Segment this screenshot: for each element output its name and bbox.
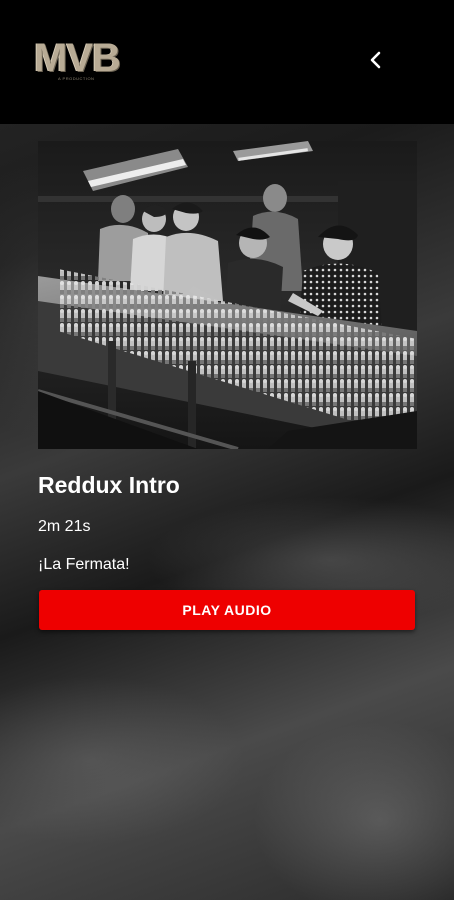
track-subtitle: ¡La Fermata! [38, 556, 130, 573]
back-button[interactable] [362, 46, 390, 74]
factory-workers-photo [38, 141, 417, 449]
track-title: Reddux Intro [38, 472, 180, 498]
app-logo: MVB A PRODUCTION [34, 38, 126, 82]
track-duration: 2m 21s [38, 518, 91, 535]
logo-subtext: A PRODUCTION [58, 76, 95, 81]
track-artwork [38, 141, 417, 449]
top-bar: MVB A PRODUCTION [0, 0, 454, 124]
logo-text: MVB [34, 36, 121, 80]
chevron-left-icon [370, 51, 381, 69]
app-screen: MVB A PRODUCTION Reddux Intro 2m 21s ¡La… [0, 0, 454, 900]
play-audio-button[interactable]: PLAY AUDIO [39, 590, 415, 630]
